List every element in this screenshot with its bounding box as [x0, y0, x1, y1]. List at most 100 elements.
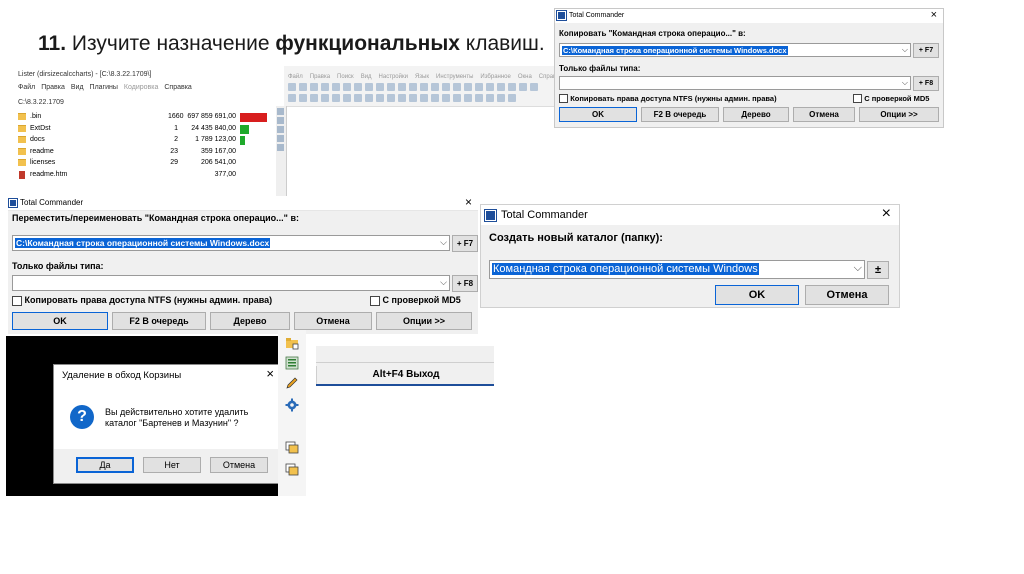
- toolbar-icon[interactable]: [332, 94, 340, 102]
- tc-copy-ok-button[interactable]: OK: [559, 107, 637, 122]
- side-toolbar-icon[interactable]: [277, 144, 284, 151]
- table-row[interactable]: ExtDst 1 24 435 840,00: [16, 124, 274, 136]
- lister-menu-file[interactable]: Файл: [18, 84, 35, 91]
- cancel-button[interactable]: Отмена: [210, 457, 268, 473]
- app-menu-item[interactable]: Вид: [361, 74, 372, 80]
- toolbar-icon[interactable]: [288, 94, 296, 102]
- close-icon[interactable]: ×: [882, 205, 891, 223]
- toolbar-icon[interactable]: [398, 83, 406, 91]
- gear-icon[interactable]: [285, 398, 299, 412]
- table-row[interactable]: readme.htm 377,00: [16, 170, 274, 182]
- new-folder-icon[interactable]: [285, 336, 299, 350]
- toolbar-icon[interactable]: [464, 83, 472, 91]
- toolbar-icon[interactable]: [431, 94, 439, 102]
- toolbar-icon[interactable]: [365, 94, 373, 102]
- toolbar-icon[interactable]: [310, 94, 318, 102]
- tc-mkdir-plusminus-button[interactable]: ±: [867, 261, 889, 279]
- tc-copy-queue-button[interactable]: F2 В очередь: [641, 107, 719, 122]
- toolbar-icon[interactable]: [431, 83, 439, 91]
- chevron-down-icon[interactable]: ⌵: [440, 237, 447, 248]
- close-icon[interactable]: ×: [465, 195, 472, 209]
- lister-menu-encoding[interactable]: Кодировка: [124, 84, 158, 91]
- toolbar-icon[interactable]: [365, 83, 373, 91]
- toolbar-icon[interactable]: [475, 94, 483, 102]
- toolbar-icon[interactable]: [387, 94, 395, 102]
- app-menu-item[interactable]: Окна: [518, 74, 532, 80]
- checkbox-unchecked-icon[interactable]: [559, 94, 568, 104]
- toolbar-icon[interactable]: [442, 83, 450, 91]
- tc-move-filter-input[interactable]: ⌵: [12, 275, 450, 291]
- tc-mkdir-input[interactable]: Командная строка операционной системы Wi…: [489, 260, 865, 279]
- lister-menu-edit[interactable]: Правка: [41, 84, 65, 91]
- toolbar-icon[interactable]: [475, 83, 483, 91]
- checkbox-unchecked-icon[interactable]: [370, 295, 380, 306]
- toolbar-icon[interactable]: [508, 94, 516, 102]
- toolbar-icon[interactable]: [497, 94, 505, 102]
- toolbar-icon[interactable]: [376, 83, 384, 91]
- tc-copy-md5-checkbox[interactable]: С проверкой MD5: [853, 94, 929, 104]
- toolbar-icon[interactable]: [486, 83, 494, 91]
- toolbar-icon[interactable]: [376, 94, 384, 102]
- close-icon[interactable]: ×: [266, 366, 274, 381]
- toolbar-icon[interactable]: [288, 83, 296, 91]
- table-row[interactable]: docs 2 1 789 123,00: [16, 135, 274, 147]
- table-row[interactable]: readme 23 359 167,00: [16, 147, 274, 159]
- lister-menu-view[interactable]: Вид: [71, 84, 84, 91]
- toolbar-icon[interactable]: [387, 83, 395, 91]
- tc-copy-options-button[interactable]: Опции >>: [859, 107, 939, 122]
- tc-copy-ntfs-checkbox[interactable]: Копировать права доступа NTFS (нужны адм…: [559, 94, 777, 104]
- tc-move-md5-checkbox[interactable]: С проверкой MD5: [370, 295, 461, 306]
- toolbar-icon[interactable]: [343, 94, 351, 102]
- toolbar-icon[interactable]: [321, 94, 329, 102]
- tc-move-queue-button[interactable]: F2 В очередь: [112, 312, 206, 330]
- side-toolbar-icon[interactable]: [277, 126, 284, 133]
- altf4-exit-button[interactable]: Alt+F4 Выход: [316, 366, 495, 384]
- toolbar-icon[interactable]: [321, 83, 329, 91]
- toolbar-icon[interactable]: [464, 94, 472, 102]
- app-menu-item[interactable]: Поиск: [337, 74, 354, 80]
- toolbar-icon[interactable]: [453, 94, 461, 102]
- move-files-icon[interactable]: [285, 462, 299, 476]
- toolbar-icon[interactable]: [354, 83, 362, 91]
- tc-copy-tree-button[interactable]: Дерево: [723, 107, 789, 122]
- app-menu-item[interactable]: Избранное: [480, 74, 510, 80]
- toolbar-icon[interactable]: [508, 83, 516, 91]
- list-view-icon[interactable]: [285, 356, 299, 370]
- chevron-down-icon[interactable]: ⌵: [854, 262, 862, 275]
- table-row[interactable]: licenses 29 206 541,00: [16, 158, 274, 170]
- chevron-down-icon[interactable]: ⌵: [902, 78, 908, 88]
- lister-menu-plugins[interactable]: Плагины: [90, 84, 118, 91]
- app-menu-item[interactable]: Файл: [288, 74, 303, 80]
- toolbar-icon[interactable]: [299, 83, 307, 91]
- checkbox-unchecked-icon[interactable]: [12, 295, 22, 306]
- tc-move-f8-button[interactable]: + F8: [452, 275, 478, 292]
- close-icon[interactable]: ×: [931, 9, 937, 21]
- tc-move-options-button[interactable]: Опции >>: [376, 312, 472, 330]
- toolbar-icon[interactable]: [519, 83, 527, 91]
- side-toolbar-icon[interactable]: [277, 135, 284, 142]
- tc-copy-cancel-button[interactable]: Отмена: [793, 107, 855, 122]
- tc-copy-filter-input[interactable]: ⌵: [559, 76, 911, 90]
- no-button[interactable]: Нет: [143, 457, 201, 473]
- toolbar-icon[interactable]: [343, 83, 351, 91]
- copy-files-icon[interactable]: [285, 440, 299, 454]
- toolbar-icon[interactable]: [354, 94, 362, 102]
- app-menu-item[interactable]: Правка: [310, 74, 330, 80]
- toolbar-icon[interactable]: [442, 94, 450, 102]
- toolbar-icon[interactable]: [420, 94, 428, 102]
- tc-copy-f8-button[interactable]: + F8: [913, 76, 939, 91]
- app-menu-item[interactable]: Язык: [415, 74, 429, 80]
- toolbar-icon[interactable]: [310, 83, 318, 91]
- tc-move-tree-button[interactable]: Дерево: [210, 312, 290, 330]
- toolbar-icon[interactable]: [486, 94, 494, 102]
- side-toolbar-icon[interactable]: [277, 108, 284, 115]
- checkbox-unchecked-icon[interactable]: [853, 94, 862, 104]
- toolbar-icon[interactable]: [530, 83, 538, 91]
- tc-copy-f7-button[interactable]: + F7: [913, 43, 939, 58]
- tc-move-cancel-button[interactable]: Отмена: [294, 312, 372, 330]
- chevron-down-icon[interactable]: ⌵: [902, 45, 908, 55]
- toolbar-icon[interactable]: [299, 94, 307, 102]
- tc-move-ok-button[interactable]: OK: [12, 312, 108, 330]
- toolbar-icon[interactable]: [409, 94, 417, 102]
- tc-mkdir-ok-button[interactable]: OK: [715, 285, 799, 305]
